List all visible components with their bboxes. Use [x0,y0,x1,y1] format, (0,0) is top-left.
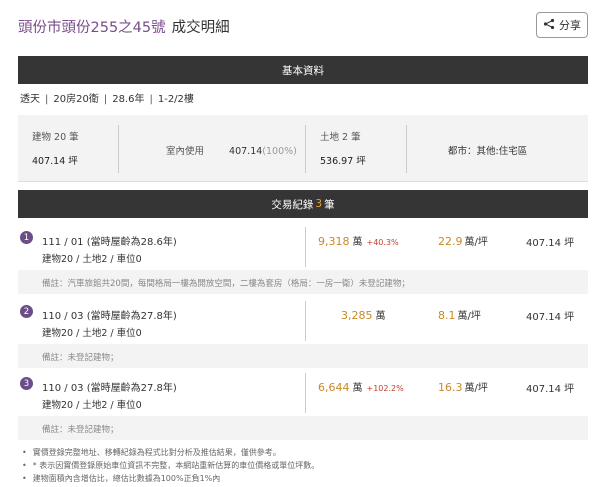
page-header: 頭份市頭份255之45號 成交明細 分享 [18,12,588,40]
building-age: 28.6年 [112,94,145,105]
record-note: 備註：未登記建物； [18,416,588,440]
transaction-record[interactable]: 3 110 / 03 (當時屋齡為27.8年) 建物20 / 土地2 / 車位0… [18,372,588,440]
record-unit-price: 8.1 萬/坪 [438,309,481,322]
share-label: 分享 [559,19,581,32]
divider [305,301,306,341]
indoor-pct: (100%) [262,146,297,157]
record-price: 3,285 萬 [341,309,386,322]
record-date: 110 / 03 (當時屋齡為27.8年) [42,311,177,322]
address-title: 頭份市頭份255之45號 [18,20,166,36]
building-summary: 建物 20 筆 407.14 坪 [32,129,79,167]
building-type: 透天 [20,94,40,105]
price-change: +102.2% [366,384,404,393]
record-date: 111 / 01 (當時屋齡為28.6年) [42,237,177,248]
indoor-label: 室內使用 [166,146,205,157]
indoor-value: 407.14 [229,146,263,157]
record-details: 建物20 / 土地2 / 車位0 [42,400,142,411]
transaction-record[interactable]: 2 110 / 03 (當時屋齡為27.8年) 建物20 / 土地2 / 車位0… [18,300,588,368]
divider [305,227,306,267]
page-title: 頭份市頭份255之45號 成交明細 [18,16,230,37]
transaction-record[interactable]: 1 111 / 01 (當時屋齡為28.6年) 建物20 / 土地2 / 車位0… [18,226,588,294]
title-suffix: 成交明細 [171,20,230,36]
records-title: 交易紀錄 [271,198,314,211]
basic-info-title: 基本資料 [282,64,324,77]
indoor-summary: 室內使用 407.14(100%) [166,143,297,157]
land-value: 536.97 坪 [320,156,366,167]
room-count: 20房20衛 [53,94,99,105]
records-bar: 交易紀錄 3 筆 [18,190,588,218]
divider [305,125,306,173]
record-area: 407.14 坪 [526,312,575,323]
share-button[interactable]: 分享 [536,12,588,38]
record-number-badge: 3 [20,377,33,390]
building-value: 407.14 坪 [32,156,78,167]
record-details: 建物20 / 土地2 / 車位0 [42,254,142,265]
land-label: 土地 2 筆 [320,132,361,143]
basic-info-line: 透天 | 20房20衛 | 28.6年 | 1-2/2樓 [20,94,194,105]
record-number-badge: 2 [20,305,33,318]
basic-info-bar: 基本資料 [18,56,588,84]
record-note: 備註：汽車旅館共20間，每間格局一樓為開放空間，二樓為套房（格局：一房一衛）未登… [18,270,588,294]
record-date: 110 / 03 (當時屋齡為27.8年) [42,383,177,394]
footnote-item: • 建物面積內含增估比，總估比數據為100%正負1%內 [22,474,221,483]
share-icon [543,18,555,33]
footnote-item: • 實價登錄完整地址、移轉紀錄為程式比對分析及推估結果，僅供參考。 [22,448,281,457]
land-summary: 土地 2 筆 536.97 坪 [320,129,366,167]
building-label: 建物 20 筆 [32,132,79,143]
records-count: 3 [315,198,323,210]
record-number-badge: 1 [20,231,33,244]
record-area: 407.14 坪 [526,384,575,395]
record-price: 9,318 萬 +40.3% [318,235,399,248]
record-price: 6,644 萬 +102.2% [318,381,404,394]
zoning: 都市：其他:住宅區 [448,146,528,157]
records-suffix: 筆 [324,198,335,211]
divider [305,373,306,413]
summary-panel: 建物 20 筆 407.14 坪 室內使用 407.14(100%) 土地 2 … [18,115,588,182]
record-note: 備註：未登記建物； [18,344,588,368]
record-unit-price: 22.9 萬/坪 [438,235,488,248]
divider [118,125,119,173]
record-area: 407.14 坪 [526,238,575,249]
record-unit-price: 16.3 萬/坪 [438,381,488,394]
footnotes: • 實價登錄完整地址、移轉紀錄為程式比對分析及推估結果，僅供參考。 • * 表示因實… [22,446,319,485]
divider [406,125,407,173]
record-details: 建物20 / 土地2 / 車位0 [42,328,142,339]
floor-info: 1-2/2樓 [157,94,194,105]
price-change: +40.3% [366,238,399,247]
footnote-item: • * 表示因實價登錄原始車位資訊不完整，本網站重新估算的車位價格或單位坪數。 [22,461,320,470]
